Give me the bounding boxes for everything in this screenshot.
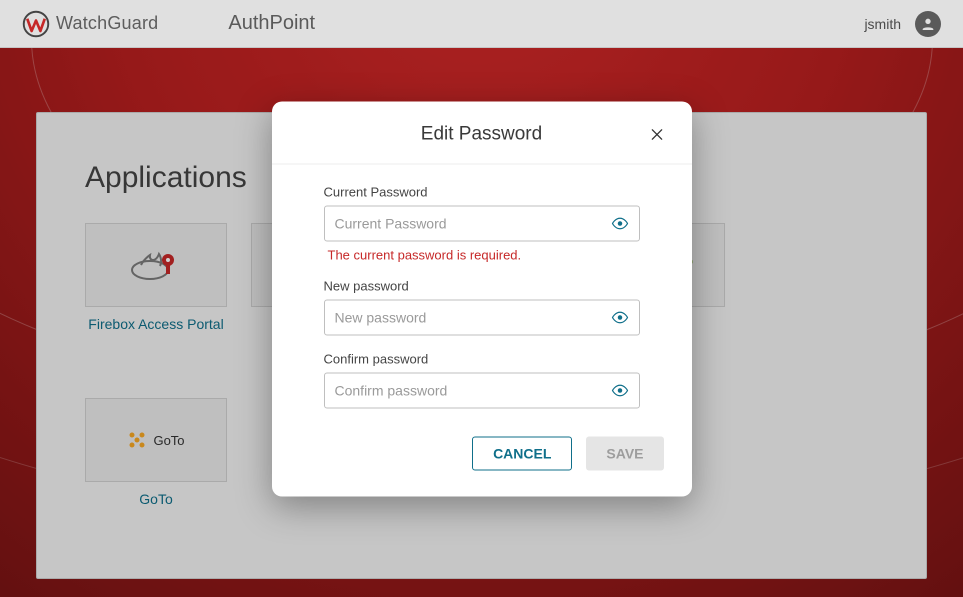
app-tile-label: GoTo — [153, 433, 184, 448]
firebox-icon — [126, 242, 186, 288]
close-button[interactable] — [644, 121, 670, 147]
eye-icon — [611, 214, 629, 232]
modal-header: Edit Password — [272, 123, 692, 164]
confirm-password-field: Confirm password — [324, 351, 640, 408]
input-wrap — [324, 372, 640, 408]
current-password-field: Current Password The current password is… — [324, 184, 640, 262]
toggle-visibility-button[interactable] — [609, 212, 631, 234]
watchguard-logo-icon — [22, 10, 50, 38]
brand: WatchGuard — [22, 10, 158, 38]
save-button[interactable]: SAVE — [586, 436, 663, 470]
user-avatar-icon[interactable] — [915, 11, 941, 37]
app-goto: GoTo GoTo — [85, 398, 227, 509]
confirm-password-input[interactable] — [335, 382, 603, 398]
modal-footer: CANCEL SAVE — [272, 428, 692, 474]
header-bar: WatchGuard AuthPoint jsmith — [0, 0, 963, 48]
app-link[interactable]: Firebox Access Portal — [88, 315, 223, 334]
field-label: New password — [324, 278, 640, 293]
app-tile[interactable] — [85, 223, 227, 307]
product-name: AuthPoint — [228, 12, 315, 35]
username-label: jsmith — [864, 16, 901, 32]
brand-name: WatchGuard — [56, 13, 158, 34]
modal-body: Current Password The current password is… — [272, 164, 692, 428]
eye-icon — [611, 381, 629, 399]
app-firebox: Firebox Access Portal — [85, 223, 227, 334]
close-icon — [649, 126, 665, 142]
eye-icon — [611, 308, 629, 326]
new-password-field: New password — [324, 278, 640, 335]
input-wrap — [324, 299, 640, 335]
toggle-visibility-button[interactable] — [609, 306, 631, 328]
modal-title: Edit Password — [421, 123, 542, 145]
field-label: Current Password — [324, 184, 640, 199]
goto-icon — [127, 430, 147, 450]
edit-password-modal: Edit Password Current Password The curre… — [272, 101, 692, 496]
current-password-input[interactable] — [335, 215, 603, 231]
input-wrap — [324, 205, 640, 241]
validation-error: The current password is required. — [324, 247, 640, 262]
app-link[interactable]: GoTo — [139, 490, 172, 509]
app-tile[interactable]: GoTo — [85, 398, 227, 482]
field-label: Confirm password — [324, 351, 640, 366]
toggle-visibility-button[interactable] — [609, 379, 631, 401]
cancel-button[interactable]: CANCEL — [472, 436, 572, 470]
new-password-input[interactable] — [335, 309, 603, 325]
